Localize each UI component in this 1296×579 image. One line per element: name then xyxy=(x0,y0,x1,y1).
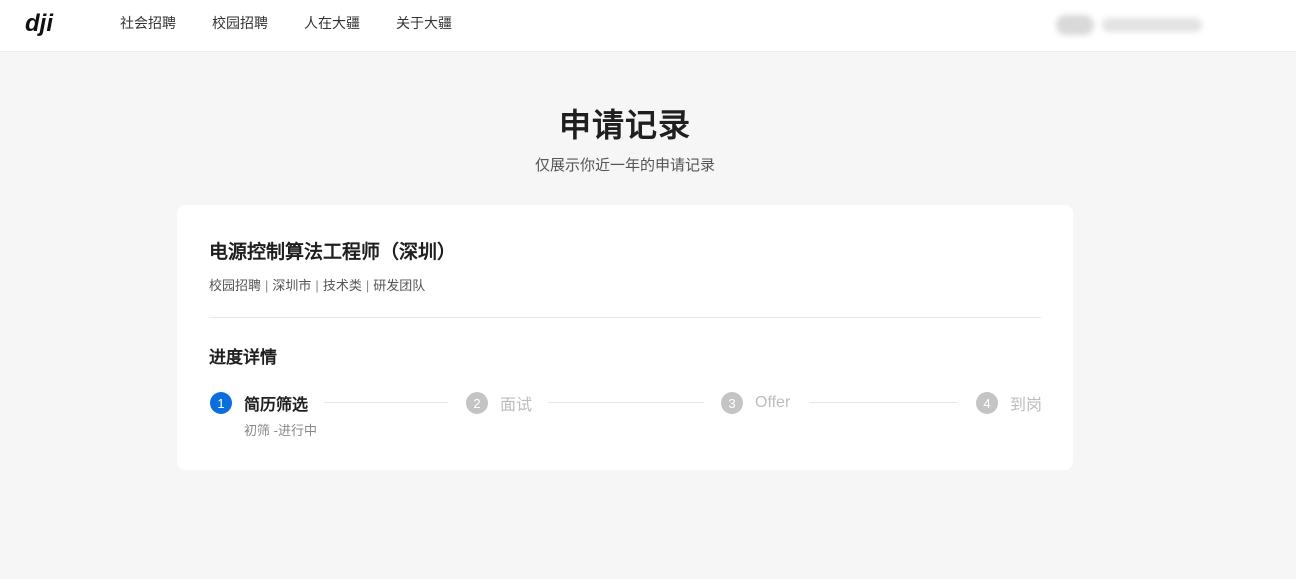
step-number-badge: 4 xyxy=(976,392,998,414)
progress-title: 进度详情 xyxy=(209,348,277,367)
user-account-blurred[interactable] xyxy=(1056,14,1212,36)
meta-separator: | xyxy=(265,278,269,293)
job-meta-recruit-type: 校园招聘 xyxy=(209,278,262,293)
step-connector xyxy=(809,402,957,403)
top-navigation: dji 社会招聘 校园招聘 人在大疆 关于大疆 xyxy=(0,0,1296,52)
page-title: 申请记录 xyxy=(558,107,691,143)
step-status: 初筛 -进行中 xyxy=(244,423,317,438)
nav-link-life-at-dji[interactable]: 人在大疆 xyxy=(304,13,360,33)
step-number-badge: 3 xyxy=(721,392,743,414)
nav-links: 社会招聘 校园招聘 人在大疆 关于大疆 xyxy=(120,0,488,46)
divider xyxy=(209,317,1041,318)
job-title[interactable]: 电源控制算法工程师（深圳） xyxy=(209,237,456,264)
step-connector xyxy=(548,402,704,403)
step-label: 到岗 xyxy=(1010,397,1043,414)
step-label: 面试 xyxy=(500,397,533,414)
step-label: Offer xyxy=(755,394,791,411)
dji-logo[interactable]: dji xyxy=(24,10,72,38)
progress-step-resume-screening: 1 简历筛选 xyxy=(210,391,308,415)
step-label: 简历筛选 xyxy=(244,397,309,414)
username-blurred xyxy=(1102,18,1202,32)
job-meta-city: 深圳市 xyxy=(272,278,312,293)
avatar xyxy=(1056,15,1094,35)
progress-step-interview: 2 面试 xyxy=(466,391,532,415)
application-card: 电源控制算法工程师（深圳） 校园招聘 | 深圳市 | 技术类 | 研发团队 进度详情 1 简… xyxy=(177,205,1073,470)
step-connector xyxy=(324,402,448,403)
nav-link-social-recruit[interactable]: 社会招聘 xyxy=(120,13,176,33)
meta-separator: | xyxy=(365,278,370,293)
step-number-badge: 1 xyxy=(210,392,232,414)
nav-link-about-dji[interactable]: 关于大疆 xyxy=(396,13,452,33)
svg-text:dji: dji xyxy=(25,10,54,37)
job-meta: 校园招聘 | 深圳市 | 技术类 | 研发团队 xyxy=(209,275,425,294)
step-number-badge: 2 xyxy=(466,392,488,414)
page-subtitle: 仅展示你近一年的申请记录 xyxy=(534,157,715,174)
meta-separator: | xyxy=(315,278,319,293)
progress-step-onboarding: 4 到岗 xyxy=(976,391,1042,415)
job-meta-team: 研发团队 xyxy=(373,278,426,293)
progress-step-offer: 3 Offer xyxy=(721,391,790,415)
nav-link-campus-recruit[interactable]: 校园招聘 xyxy=(212,13,268,33)
job-meta-category: 技术类 xyxy=(322,278,362,293)
